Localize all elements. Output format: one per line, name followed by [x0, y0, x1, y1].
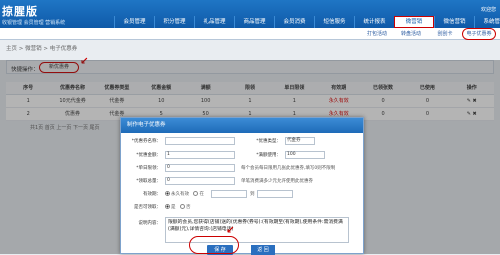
sub-nav-item-3[interactable]: 电子优惠券 [462, 28, 496, 40]
coupon-type-label: *优惠类型： [256, 139, 281, 144]
total-limit-field[interactable]: 0 [165, 177, 235, 185]
valid-to-label: 到 [250, 192, 255, 197]
save-highlight-ring [189, 236, 239, 254]
breadcrumb: 主页 > 微营销 > 电子优惠券 [6, 46, 78, 52]
total-limit-label: *领取总量： [136, 179, 161, 184]
claimable-label: 是否可领取： [134, 205, 161, 210]
main-nav: 会员管理积分管理礼品管理商品管理会员消费短信服务统计报表微营销微信营销系统管理 [114, 16, 500, 28]
validity-forever-label: 永久有效 [171, 192, 189, 197]
valid-to-field[interactable] [257, 190, 293, 198]
nav-item-4[interactable]: 会员消费 [274, 16, 314, 28]
nav-item-0[interactable]: 会员管理 [114, 16, 154, 28]
create-coupon-dialog: 制作电子优惠券 *优惠券名称： *优惠类型： 代金券 *优惠金额： 1 *满额使… [120, 117, 365, 255]
validity-label: 有效期： [143, 192, 161, 197]
daily-limit-field[interactable]: 0 [165, 164, 235, 172]
coupon-name-field[interactable] [165, 137, 235, 145]
top-bar: 掠腥版 收银管理 会员管理 营销系统 欢迎您 会员管理 积分管理 礼品管理 商品管理会… [0, 0, 500, 28]
min-spend-field[interactable]: 100 [285, 151, 325, 159]
nav-item-1[interactable]: 积分管理 [154, 16, 194, 28]
daily-limit-label: *单日限领： [136, 166, 161, 171]
total-limit-hint: 单笔消费满多少元允许使用此优惠券 [241, 179, 313, 184]
brand-slogan: 收银管理 会员管理 营销系统 [2, 20, 66, 26]
user-info: 欢迎您 [480, 7, 496, 13]
daily-limit-hint: 每个会员每日限用几张此优惠券,填写0则不限制 [241, 166, 336, 171]
sub-nav-item-0[interactable]: 打包活动 [360, 28, 394, 40]
min-spend-label: *满额使用： [256, 153, 281, 158]
nav-item-6[interactable]: 统计报表 [354, 16, 394, 28]
claimable-no-label: 否 [185, 205, 191, 210]
claimable-options: 是 否 [165, 204, 190, 210]
dialog-body: *优惠券名称： *优惠类型： 代金券 *优惠金额： 1 *满额使用： 100 *… [121, 133, 365, 255]
coupon-type-select[interactable]: 代金券 [285, 137, 315, 145]
coupon-name-label: *优惠券名称： [131, 139, 161, 144]
coupon-amount-label: *优惠金额： [136, 153, 161, 158]
nav-right-item-1[interactable]: 系统管理 [474, 16, 500, 28]
dialog-title: 制作电子优惠券 [121, 118, 363, 133]
brand-logo: 掠腥版 收银管理 会员管理 营销系统 [0, 0, 65, 28]
validity-range-radio[interactable] [193, 191, 199, 196]
validity-range-label: 在 [199, 192, 204, 197]
save-pointer-arrow-icon: ↙ [226, 225, 235, 236]
sub-nav: 打包活动 转盘活动 刮刮卡 电子优惠券 [0, 28, 500, 40]
nav-item-5[interactable]: 短信服务 [314, 16, 354, 28]
nav-right-item-0[interactable]: 微信营销 [434, 16, 474, 28]
sub-nav-item-2[interactable]: 刮刮卡 [428, 28, 462, 40]
brand-name: 掠腥版 [2, 5, 38, 18]
claimable-no-radio[interactable] [179, 204, 185, 209]
validity-forever-radio[interactable] [165, 191, 170, 196]
sub-nav-item-1[interactable]: 转盘活动 [394, 28, 428, 40]
claimable-yes-label: 是 [171, 205, 176, 210]
coupon-amount-field[interactable]: 1 [165, 151, 235, 159]
description-label: 说明内容： [138, 221, 162, 226]
nav-item-3[interactable]: 商品管理 [234, 16, 274, 28]
nav-item-2[interactable]: 礼品管理 [194, 16, 234, 28]
validity-options: 永久有效 在 [165, 191, 204, 197]
claimable-yes-radio[interactable] [165, 204, 170, 209]
valid-from-field[interactable] [211, 190, 247, 198]
nav-item-7[interactable]: 微营销 [394, 16, 434, 28]
